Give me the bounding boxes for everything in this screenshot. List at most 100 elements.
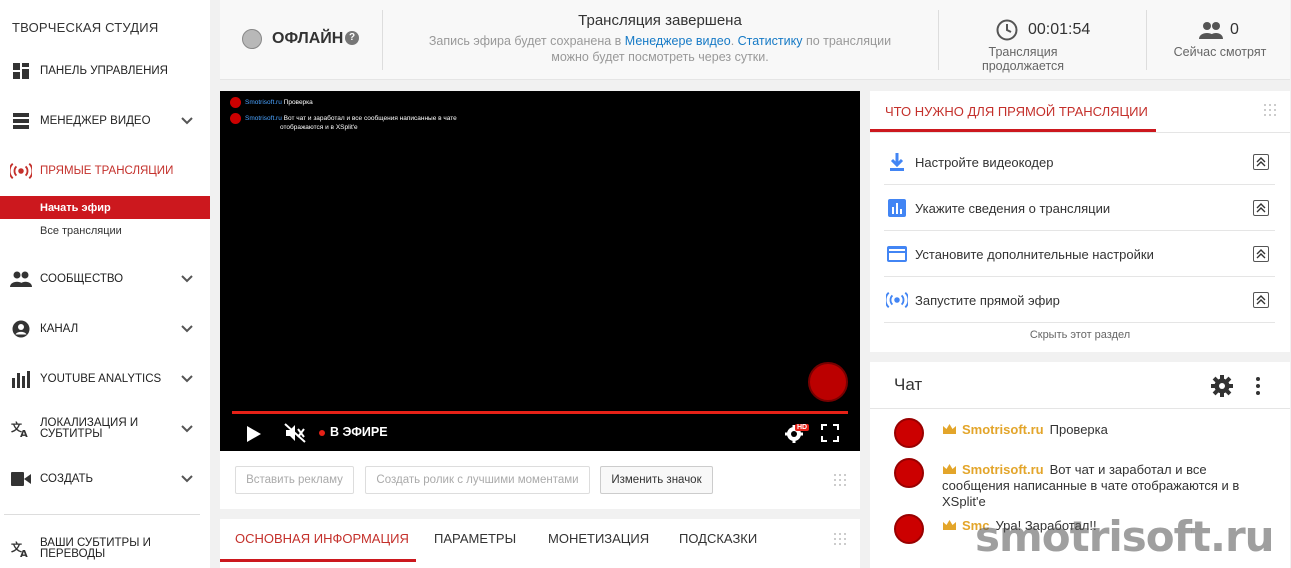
requirement-advanced[interactable]: Установите дополнительные настройки: [884, 231, 1275, 277]
insert-ad-button[interactable]: Вставить рекламу: [235, 466, 354, 494]
player-card: Smotrisoft.ru Проверка Smotrisoft.ru Вот…: [220, 91, 860, 509]
svg-text:A: A: [20, 429, 28, 438]
requirement-info[interactable]: Укажите сведения о трансляции: [884, 185, 1275, 231]
hd-badge: HD: [795, 424, 810, 431]
requirement-label: Установите дополнительные настройки: [915, 247, 1154, 262]
sidebar-item-label: YOUTUBE ANALYTICS: [40, 372, 162, 385]
overlay-text: Проверка: [283, 99, 313, 107]
drag-handle-icon[interactable]: [833, 473, 847, 487]
chat-author[interactable]: Smotrisoft.ru: [962, 422, 1044, 437]
sidebar-item-your-subtitles[interactable]: 文A ВАШИ СУБТИТРЫ И ПЕРЕВОДЫ: [0, 534, 210, 564]
header-separator: [938, 10, 939, 70]
translate-icon: 文A: [10, 419, 32, 439]
sidebar-subitem-all-streams[interactable]: Все трансляции: [0, 219, 210, 242]
create-highlights-button[interactable]: Создать ролик с лучшими моментами: [365, 466, 590, 494]
chevron-down-icon[interactable]: [180, 114, 194, 128]
more-vert-icon[interactable]: [1255, 376, 1261, 396]
collapse-toggle-icon[interactable]: [1253, 200, 1269, 216]
broadcast-header: ОФЛАЙН ? Трансляция завершена Запись эфи…: [220, 0, 1290, 80]
card-icon: [887, 246, 907, 262]
sidebar-item-dashboard[interactable]: ПАНЕЛЬ УПРАВЛЕНИЯ: [0, 56, 210, 86]
requirement-label: Запустите прямой эфир: [915, 293, 1060, 308]
channel-logo: [808, 362, 848, 402]
sidebar-item-label: ПРЯМЫЕ ТРАНСЛЯЦИИ: [40, 164, 174, 177]
collapse-toggle-icon[interactable]: [1253, 246, 1269, 262]
chat-text: Проверка: [1049, 422, 1108, 437]
avatar[interactable]: [894, 418, 924, 448]
desc-text: Запись эфира будет сохранена в: [428, 34, 625, 48]
mute-icon[interactable]: [284, 423, 306, 443]
channel-icon: [10, 319, 32, 339]
broadcast-status-title: Трансляция завершена: [578, 12, 742, 29]
chat-title: Чат: [894, 375, 923, 394]
bar-chart-icon: [888, 199, 906, 217]
sidebar-item-label: СУБТИТРЫ: [40, 428, 103, 440]
chevron-down-icon[interactable]: [180, 472, 194, 486]
sidebar-item-label: МЕНЕДЖЕР ВИДЕО: [40, 114, 151, 127]
live-icon: [10, 161, 32, 181]
collapse-toggle-icon[interactable]: [1253, 292, 1269, 308]
requirement-go-live[interactable]: Запустите прямой эфир: [884, 277, 1275, 323]
progress-bar[interactable]: [232, 411, 848, 414]
download-icon: [890, 153, 904, 171]
collapse-toggle-icon[interactable]: [1253, 154, 1269, 170]
gear-icon[interactable]: [1210, 374, 1234, 398]
tab-basic-info[interactable]: ОСНОВНАЯ ИНФОРМАЦИЯ: [235, 531, 409, 561]
tab-parameters[interactable]: ПАРАМЕТРЫ: [434, 531, 516, 561]
drag-handle-icon[interactable]: [833, 532, 847, 546]
video-manager-icon: [10, 111, 32, 131]
avatar[interactable]: [894, 514, 924, 544]
change-thumbnail-button[interactable]: Изменить значок: [600, 466, 713, 494]
sidebar-item-live[interactable]: ПРЯМЫЕ ТРАНСЛЯЦИИ: [0, 156, 210, 186]
chat-author[interactable]: Smotrisoft.ru: [962, 462, 1044, 477]
avatar: [230, 113, 241, 124]
chevron-down-icon[interactable]: [180, 422, 194, 436]
overlay-chat-message: Smotrisoft.ru Проверка: [230, 97, 313, 108]
statistics-link[interactable]: Статистику: [738, 34, 803, 48]
drag-handle-icon[interactable]: [1263, 103, 1277, 117]
fullscreen-icon[interactable]: [821, 424, 839, 442]
desc-text: по трансляции: [802, 34, 892, 48]
overlay-text: Вот чат и заработал и все сообщения напи…: [283, 115, 457, 123]
avatar[interactable]: [894, 458, 924, 488]
live-requirements-card: ЧТО НУЖНО ДЛЯ ПРЯМОЙ ТРАНСЛЯЦИИ Настройт…: [870, 91, 1290, 352]
hide-section-link[interactable]: Скрыть этот раздел: [870, 329, 1290, 341]
sidebar: ТВОРЧЕСКАЯ СТУДИЯ ПАНЕЛЬ УПРАВЛЕНИЯ МЕНЕ…: [0, 0, 210, 568]
dashboard-icon: [10, 61, 32, 81]
clock-icon: [996, 19, 1018, 41]
requirements-divider: [870, 132, 1290, 133]
live-dot: [319, 430, 325, 436]
overlay-author: Smotrisoft.ru: [245, 99, 282, 107]
video-player[interactable]: Smotrisoft.ru Проверка Smotrisoft.ru Вот…: [220, 91, 860, 451]
analytics-icon: [10, 369, 32, 389]
sidebar-item-localization[interactable]: 文A ЛОКАЛИЗАЦИЯ И СУБТИТРЫ: [0, 414, 210, 444]
play-icon[interactable]: [246, 425, 262, 443]
viewer-count: 0: [1230, 21, 1239, 38]
chevron-down-icon[interactable]: [180, 372, 194, 386]
sidebar-item-channel[interactable]: КАНАЛ: [0, 314, 210, 344]
svg-text:A: A: [20, 549, 28, 558]
tab-cards[interactable]: ПОДСКАЗКИ: [679, 531, 757, 561]
overlay-chat-message: Smotrisoft.ru Вот чат и заработал и все …: [230, 113, 457, 132]
sidebar-item-create[interactable]: СОЗДАТЬ: [0, 464, 210, 494]
avatar: [230, 97, 241, 108]
video-manager-link[interactable]: Менеджере видео: [625, 34, 731, 48]
help-icon[interactable]: ?: [345, 31, 359, 45]
stream-duration-label: Трансляция продолжается: [981, 45, 1065, 73]
tab-monetization[interactable]: МОНЕТИЗАЦИЯ: [548, 531, 649, 561]
sidebar-item-video-manager[interactable]: МЕНЕДЖЕР ВИДЕО: [0, 106, 210, 136]
stream-duration: 00:01:54: [1028, 21, 1091, 38]
sidebar-divider: [4, 514, 200, 515]
broadcast-status-description: Запись эфира будет сохранена в Менеджере…: [410, 33, 910, 65]
chevron-down-icon[interactable]: [180, 272, 194, 286]
sidebar-item-label: КАНАЛ: [40, 322, 79, 335]
sidebar-item-analytics[interactable]: YOUTUBE ANALYTICS: [0, 364, 210, 394]
community-icon: [10, 269, 32, 289]
sidebar-item-community[interactable]: СООБЩЕСТВО: [0, 264, 210, 294]
requirement-label: Настройте видеокодер: [915, 155, 1054, 170]
sidebar-subitem-start-stream[interactable]: Начать эфир: [0, 196, 210, 219]
sidebar-item-label: СООБЩЕСТВО: [40, 272, 124, 285]
requirement-encoder[interactable]: Настройте видеокодер: [884, 139, 1275, 185]
live-label: В ЭФИРЕ: [330, 425, 388, 439]
chevron-down-icon[interactable]: [180, 322, 194, 336]
